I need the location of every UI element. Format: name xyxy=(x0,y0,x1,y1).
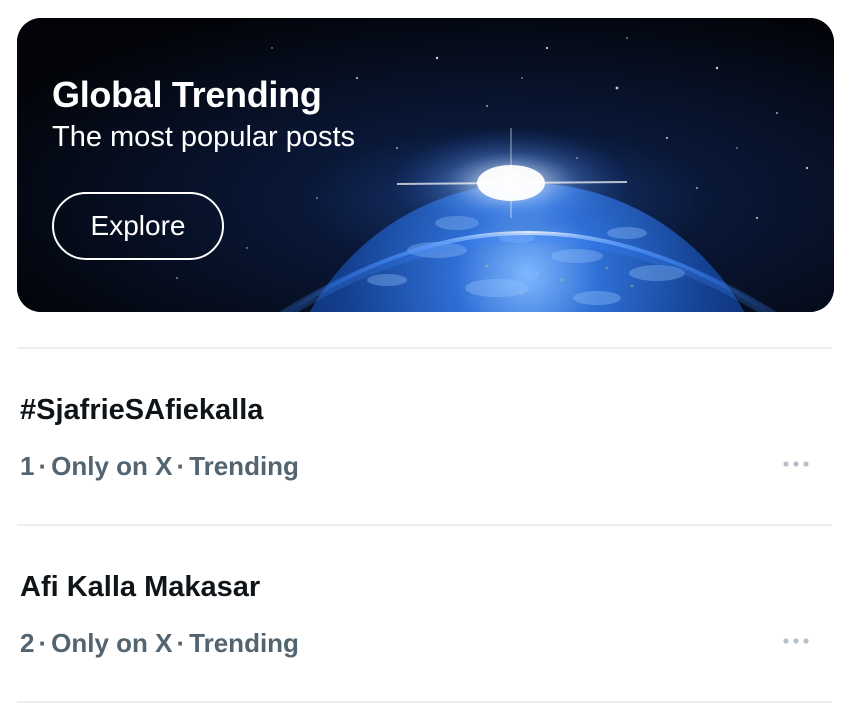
global-trending-banner[interactable]: Global Trending The most popular posts E… xyxy=(17,18,834,312)
trend-item[interactable]: #SjafrieSAfiekalla 1 · Only on X · Trending xyxy=(0,349,850,525)
more-horizontal-icon xyxy=(783,461,809,467)
banner-title: Global Trending xyxy=(52,74,322,115)
more-options-button[interactable] xyxy=(774,626,818,656)
banner-subtitle: The most popular posts xyxy=(52,121,356,153)
divider xyxy=(17,701,832,703)
trend-rank: 1 xyxy=(20,451,35,481)
more-horizontal-icon xyxy=(783,638,809,644)
trend-name: #SjafrieSAfiekalla xyxy=(20,394,264,426)
trend-context: Only on X xyxy=(51,451,173,481)
trend-item[interactable]: Afi Kalla Makasar 2 · Only on X · Trending xyxy=(0,526,850,702)
trend-status: Trending xyxy=(189,451,299,481)
trend-rank: 2 xyxy=(20,628,35,658)
explore-button[interactable]: Explore xyxy=(52,192,224,260)
trend-name: Afi Kalla Makasar xyxy=(20,571,261,603)
trend-meta: 2 · Only on X · Trending xyxy=(20,628,299,658)
more-options-button[interactable] xyxy=(774,449,818,479)
trend-status: Trending xyxy=(189,628,299,658)
earth-from-space-image xyxy=(17,18,834,312)
trending-page: Global Trending The most popular posts E… xyxy=(0,0,850,721)
trend-meta: 1 · Only on X · Trending xyxy=(20,451,299,481)
trend-context: Only on X xyxy=(51,628,173,658)
